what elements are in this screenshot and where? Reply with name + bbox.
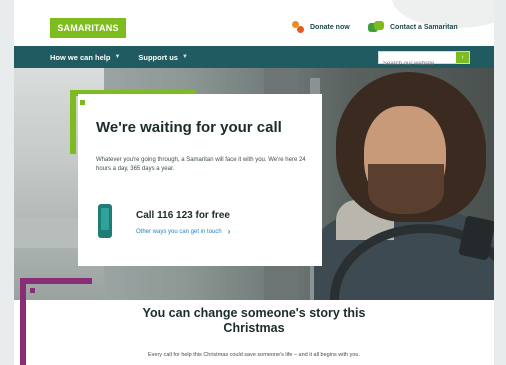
samaritans-logo[interactable]: SAMARITANS (50, 18, 126, 38)
hero-card: We're waiting for your call Whatever you… (78, 94, 322, 266)
card-accent (70, 90, 76, 154)
main-nav: How we can help ▼ Support us ▼ › (14, 46, 494, 70)
section-accent (20, 278, 26, 365)
nav-item-support-us[interactable]: Support us ▼ (138, 53, 188, 62)
search-button[interactable]: › (456, 52, 469, 63)
card-accent (80, 100, 85, 105)
hero-title: We're waiting for your call (96, 119, 282, 136)
contact-label: Contact a Samaritan (390, 23, 458, 31)
call-number-heading[interactable]: Call 116 123 for free (136, 210, 230, 221)
hero-photo-person (368, 164, 444, 214)
section-accent (30, 288, 35, 293)
contact-link[interactable]: Contact a Samaritan (368, 21, 458, 33)
top-bar: SAMARITANS Donate now Contact a Samarita… (14, 0, 494, 46)
phone-icon (98, 204, 112, 238)
browser-page: SAMARITANS Donate now Contact a Samarita… (14, 0, 494, 365)
chevron-down-icon: ▼ (114, 54, 121, 60)
search-box: › (378, 51, 470, 70)
hero-lead: Whatever you're going through, a Samarit… (96, 157, 306, 172)
section-lead: Every call for help this Christmas could… (148, 352, 360, 358)
chevron-right-icon: › (227, 227, 231, 236)
donate-icon (292, 21, 304, 33)
nav-item-how-we-can-help[interactable]: How we can help ▼ (50, 53, 120, 62)
nav-label: Support us (138, 52, 178, 62)
donate-label: Donate now (310, 23, 350, 31)
nav-label: How we can help (50, 52, 111, 62)
section-accent (20, 278, 92, 284)
other-ways-link[interactable]: Other ways you can get in touch › (136, 227, 230, 236)
section-title: You can change someone's story this Chri… (142, 306, 366, 335)
other-ways-label: Other ways you can get in touch (136, 228, 222, 235)
hero-banner: We're waiting for your call Whatever you… (14, 68, 494, 300)
chat-bubbles-icon (368, 21, 384, 33)
donate-link[interactable]: Donate now (292, 21, 350, 33)
chevron-down-icon: ▼ (181, 54, 188, 60)
